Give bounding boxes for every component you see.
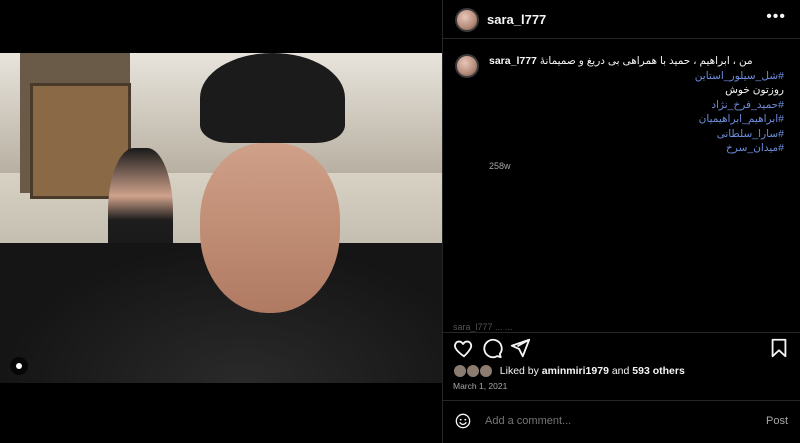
photo-face (200, 143, 340, 313)
post-side-panel: sara_l777 ••• sara_l777 من ، ابراهیم ، ح… (442, 0, 800, 443)
liker-username[interactable]: aminmiri1979 (542, 365, 609, 377)
post-button[interactable]: Post (766, 415, 788, 427)
hashtag-link[interactable]: #حمید_فرخ_نژاد (489, 98, 784, 113)
caption-username[interactable]: sara_l777 (489, 55, 537, 67)
likes-text: Liked by aminmiri1979 and 593 others (499, 365, 685, 377)
post-photo[interactable] (0, 53, 442, 383)
hashtag-link[interactable]: #ابراهیم_ابراهیمیان (489, 112, 784, 127)
more-icon[interactable]: ••• (766, 8, 786, 26)
post-media (0, 0, 442, 443)
faded-comment: sara_l777 ... ... (453, 322, 513, 332)
hashtag-link[interactable]: #میدان_سرخ (489, 141, 784, 156)
hashtag-link[interactable]: #سارا_سلطانی (489, 127, 784, 142)
photo-hat (200, 53, 345, 143)
caption-timestamp[interactable]: 258w (489, 159, 784, 174)
comment-bar: Post (443, 400, 800, 443)
caption-text: من ، ابراهیم ، حمید با همراهی بی دریغ و … (539, 55, 753, 67)
action-bar (443, 332, 800, 361)
header-username[interactable]: sara_l777 (487, 12, 546, 27)
comment-icon[interactable] (481, 337, 503, 359)
caption-plain-text: روزتون خوش (725, 84, 784, 96)
bookmark-icon[interactable] (768, 337, 790, 359)
caption-body: sara_l777 من ، ابراهیم ، حمید با همراهی … (489, 54, 784, 173)
share-icon[interactable] (509, 337, 531, 359)
post-caption: sara_l777 من ، ابراهیم ، حمید با همراهی … (443, 40, 800, 320)
hashtag-link[interactable]: #شل_سیلور_استاین (489, 69, 784, 84)
emoji-icon[interactable] (455, 413, 471, 429)
avatar[interactable] (455, 8, 479, 32)
heart-icon[interactable] (453, 337, 475, 359)
liker-avatar (453, 364, 467, 378)
likes-summary: Liked by aminmiri1979 and 593 others (453, 364, 685, 378)
post-date[interactable]: March 1, 2021 (453, 381, 507, 391)
caption-avatar[interactable] (455, 54, 479, 78)
person-tag-icon[interactable] (10, 357, 28, 375)
comment-input[interactable] (483, 414, 737, 428)
liker-avatar (478, 364, 493, 378)
post-header: sara_l777 ••• (443, 0, 800, 39)
likes-others[interactable]: 593 others (632, 365, 685, 377)
caption-first-line: sara_l777 من ، ابراهیم ، حمید با همراهی … (489, 54, 784, 69)
liker-avatar (465, 364, 480, 378)
